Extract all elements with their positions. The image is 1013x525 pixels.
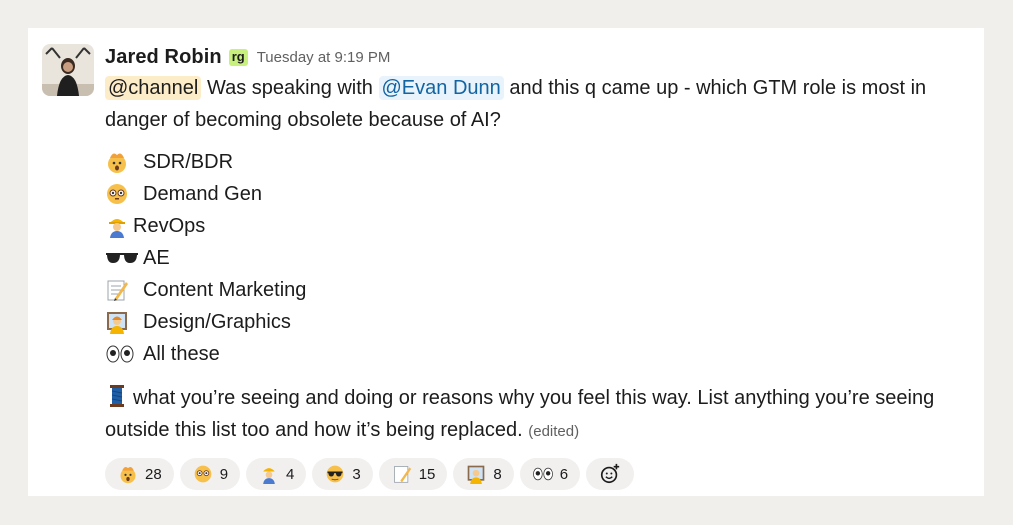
avatar[interactable] xyxy=(42,44,94,96)
list-item: Design/Graphics xyxy=(105,306,975,338)
edited-label: (edited) xyxy=(528,423,580,440)
artist-icon xyxy=(105,310,135,334)
add-reaction-button[interactable] xyxy=(586,458,635,490)
reaction-count: 6 xyxy=(559,465,569,483)
list-item: RevOps xyxy=(105,210,975,242)
reaction-pill[interactable]: 15 xyxy=(378,458,448,490)
sunglasses-icon xyxy=(105,246,139,270)
reaction-pill[interactable]: 4 xyxy=(246,458,307,490)
message-body: @channel Was speaking with @Evan Dunn an… xyxy=(105,72,975,136)
user-mention[interactable]: @Evan Dunn xyxy=(378,76,504,100)
message-text-part1: Was speaking with xyxy=(206,77,373,99)
add-reaction-icon xyxy=(599,463,621,485)
option-label: Content Marketing xyxy=(143,278,307,301)
option-label: SDR/BDR xyxy=(143,150,234,173)
option-label: All these xyxy=(143,342,220,365)
construction-worker-icon xyxy=(258,463,280,485)
author-name[interactable]: Jared Robin xyxy=(105,46,222,69)
message-content: Jared Robin rg Tuesday at 9:19 PM @chann… xyxy=(105,42,975,490)
reaction-count: 4 xyxy=(286,465,295,483)
eyes-icon xyxy=(105,342,135,366)
list-item: SDR/BDR xyxy=(105,146,975,178)
list-item: Content Marketing xyxy=(105,274,975,306)
option-label: AE xyxy=(143,246,170,269)
flushed-face-icon xyxy=(192,463,214,485)
message-header: Jared Robin rg Tuesday at 9:19 PM xyxy=(105,42,975,72)
timestamp[interactable]: Tuesday at 9:19 PM xyxy=(257,49,391,66)
channel-mention[interactable]: @channel xyxy=(105,76,202,100)
list-item: AE xyxy=(105,242,975,274)
outro-text: what you’re seeing and doing or reasons … xyxy=(105,387,935,441)
flushed-face-icon xyxy=(105,182,135,206)
artist-icon xyxy=(465,463,487,485)
reaction-pill[interactable]: 6 xyxy=(519,458,581,490)
eyes-icon xyxy=(532,463,554,485)
reaction-count: 3 xyxy=(352,465,361,483)
reaction-pill[interactable]: 8 xyxy=(453,458,514,490)
message-outro: what you’re seeing and doing or reasons … xyxy=(105,382,975,448)
exploding-head-icon xyxy=(117,463,139,485)
option-label: RevOps xyxy=(133,214,206,237)
sunglasses-icon xyxy=(324,463,346,485)
reaction-count: 8 xyxy=(493,465,502,483)
thread-icon xyxy=(105,384,131,408)
memo-icon xyxy=(391,463,413,485)
reaction-pill[interactable]: 28 xyxy=(105,458,174,490)
reaction-pill[interactable]: 3 xyxy=(312,458,373,490)
exploding-head-icon xyxy=(105,150,135,174)
status-badge: rg xyxy=(228,48,248,66)
reaction-count: 15 xyxy=(418,465,436,483)
list-item: All these xyxy=(105,338,975,370)
option-label: Design/Graphics xyxy=(143,310,291,333)
reaction-count: 9 xyxy=(219,465,229,483)
reaction-pill[interactable]: 9 xyxy=(179,458,241,490)
list-item: Demand Gen xyxy=(105,178,975,210)
reaction-count: 28 xyxy=(145,465,162,483)
option-label: Demand Gen xyxy=(143,182,262,205)
construction-worker-icon xyxy=(105,214,129,238)
message-card: Jared Robin rg Tuesday at 9:19 PM @chann… xyxy=(28,28,984,496)
poll-options: SDR/BDR Demand Gen RevOps AE Content Mar… xyxy=(105,146,975,370)
memo-icon xyxy=(105,278,135,302)
reactions-bar: 28 9 4 3 15 8 6 xyxy=(105,458,975,490)
